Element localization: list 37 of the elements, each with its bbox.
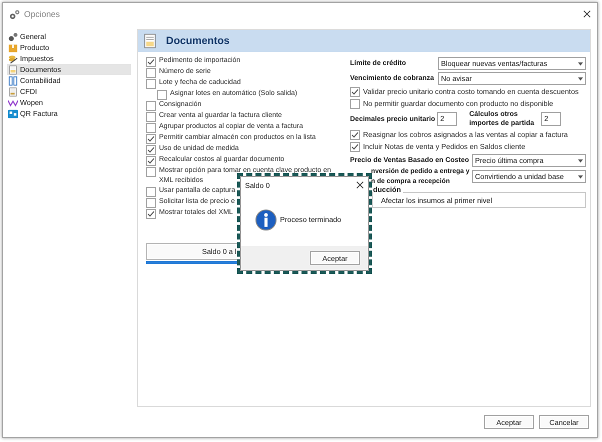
section-title: Documentos [166, 35, 230, 47]
window-title: Opciones [24, 9, 61, 19]
checkbox[interactable] [146, 209, 156, 220]
coins-icon [8, 54, 18, 64]
checkbox[interactable] [146, 167, 156, 177]
caret-icon [578, 62, 583, 66]
checkbox[interactable] [146, 123, 156, 133]
caret-icon [578, 174, 583, 178]
checkbox[interactable] [350, 130, 360, 140]
checkbox[interactable] [146, 134, 156, 144]
checkbox[interactable] [146, 145, 156, 155]
checkbox[interactable] [350, 87, 360, 97]
document-icon [144, 33, 156, 49]
gears-icon [9, 8, 20, 20]
close-icon[interactable] [356, 181, 364, 189]
checkbox[interactable] [146, 79, 156, 89]
checkbox[interactable] [146, 101, 156, 111]
qr-icon [8, 108, 18, 118]
checkbox[interactable] [146, 57, 156, 67]
checkbox[interactable] [146, 187, 156, 198]
checkbox[interactable] [350, 142, 360, 152]
checkbox[interactable] [146, 156, 156, 166]
info-icon [255, 208, 277, 230]
checkbox[interactable] [146, 68, 156, 78]
columns-icon [8, 76, 18, 86]
caret-icon [578, 158, 583, 162]
caret-icon [578, 76, 583, 80]
gears-icon [8, 32, 18, 42]
checkbox[interactable] [146, 112, 156, 122]
checkbox[interactable] [157, 90, 167, 100]
document-icon [8, 64, 18, 74]
checkbox[interactable] [350, 98, 360, 108]
file-icon [8, 86, 18, 96]
checkbox[interactable] [146, 198, 156, 208]
box-icon [8, 42, 18, 52]
wave-icon [8, 98, 18, 108]
close-icon[interactable] [583, 10, 591, 18]
